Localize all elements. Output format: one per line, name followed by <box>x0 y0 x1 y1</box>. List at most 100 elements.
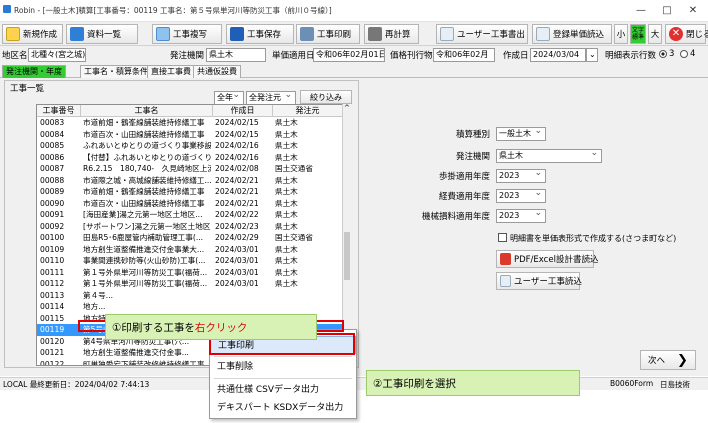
cell-org: 国土交通省 <box>275 233 313 242</box>
table-row[interactable]: 00092 [サポートワン]湯之元第一地区土地区... 2024/02/23 県土木 <box>37 221 343 233</box>
materials-button[interactable]: 資料一覧 <box>66 24 138 44</box>
cell-org: 県土木 <box>275 221 298 231</box>
table-row[interactable]: 00110 事業間連携砂防等(火山砂防)工事(... 2024/03/01 県土木 <box>37 255 343 267</box>
cell-org: 県土木 <box>275 187 298 196</box>
scroll-up-arrow[interactable]: ^ <box>344 104 350 112</box>
tab-issuer-year[interactable]: 発注機関・年度 <box>2 65 66 78</box>
cell-no: 00112 <box>40 279 65 288</box>
pdf-icon <box>500 253 511 265</box>
issuer-field[interactable]: 県土木 <box>206 48 266 62</box>
col-header-no[interactable]: 工事番号 <box>37 105 81 117</box>
cell-no: 00119 <box>40 325 65 334</box>
region-field[interactable]: 北種々(宮之城) <box>28 48 86 62</box>
table-row[interactable]: 00100 田島R5･6鹿屋管内補助管理工事(... 2024/02/29 国土交通省 <box>37 232 343 244</box>
tab-project-conditions[interactable]: 工事名・積算条件 <box>80 65 152 78</box>
unit-format-label: 明細書を単価表形式で作成する(さつま町など) <box>510 234 677 243</box>
price-pub-field[interactable]: 令和06年02月 <box>433 48 495 62</box>
narrow-button[interactable]: 絞り込み <box>300 90 352 104</box>
table-row[interactable]: 00109 地方創生道整備推進交付金事業大... 2024/03/01 県土木 <box>37 244 343 256</box>
rows-radio-4[interactable] <box>680 50 688 58</box>
font-large-button[interactable]: 大 <box>648 24 662 44</box>
cost-year-label: 経費適用年度 <box>438 192 490 202</box>
machine-year-select[interactable]: 2023 <box>496 209 546 223</box>
table-row[interactable]: 00090 市道百次・山田線舗装維持修繕工事 2024/02/21 県土木 <box>37 198 343 210</box>
created-date-field[interactable]: 2024/03/04 <box>530 48 586 62</box>
tab-direct-cost[interactable]: 直接工事費 <box>147 65 195 78</box>
year-apply-select[interactable]: 2023 <box>496 169 546 183</box>
org-filter-select[interactable]: 全発注元 <box>246 91 296 105</box>
new-button[interactable]: 新規作成 <box>2 24 63 44</box>
cost-year-select[interactable]: 2023 <box>496 189 546 203</box>
table-row[interactable]: 00114 地方... <box>37 301 343 313</box>
save-icon <box>230 27 244 41</box>
import-icon <box>536 27 550 41</box>
table-row[interactable]: 00113 第４号... <box>37 290 343 302</box>
cell-no: 00083 <box>40 118 65 127</box>
table-row[interactable]: 00112 第１号外県単河川等防災工事(福荷... 2024/03/01 県土木 <box>37 278 343 290</box>
menu-item-csv-export[interactable]: 共通仕様 CSVデータ出力 <box>210 381 356 399</box>
cell-no: 00091 <box>40 210 65 219</box>
printer-icon <box>300 27 314 41</box>
table-row[interactable]: 00088 市道際之城・高城線舗装維持修繕工... 2024/02/21 県土木 <box>37 175 343 187</box>
cell-no: 00087 <box>40 164 65 173</box>
cell-no: 00084 <box>40 129 65 139</box>
close-app-button[interactable]: ✕ 閉じる <box>665 24 708 44</box>
year-filter-select[interactable]: 全年 <box>214 91 244 105</box>
table-row[interactable]: 00091 [海田産業]湯之元第一地区土地区... 2024/02/22 県土木 <box>37 209 343 221</box>
table-row[interactable]: 00089 市道前畑・鶴峯線舗装維持修繕工事 2024/02/21 県土木 <box>37 186 343 198</box>
cell-name: [サポートワン]湯之元第一地区土地区... <box>83 221 211 231</box>
table-row[interactable]: 00111 第１号外県単河川等防災工事(福荷... 2024/03/01 県土木 <box>37 267 343 279</box>
col-header-org[interactable]: 発注元 <box>273 105 343 117</box>
cell-org: 県土木 <box>275 118 298 127</box>
machine-year-label: 機械損料適用年度 <box>421 212 490 222</box>
title-bar: Robin - [一般土木]積算[工事番号：00119 工事名：第５号県単河川等… <box>0 0 708 22</box>
print-button[interactable]: 工事印刷 <box>296 24 360 44</box>
table-row[interactable]: 00085 ふれあいとゆとりの道づくり事業移設(0県... 2024/02/16 県土… <box>37 140 343 152</box>
save-button[interactable]: 工事保存 <box>226 24 294 44</box>
unit-format-checkbox[interactable] <box>498 233 507 242</box>
form-issuer-select[interactable]: 県土木 <box>496 149 602 163</box>
minimize-button[interactable]: — <box>630 3 652 19</box>
col-header-date[interactable]: 作成日 <box>213 105 273 117</box>
unit-price-read-button[interactable]: 登録単価読込 <box>532 24 612 44</box>
user-import-button[interactable]: ユーザー工事読込 <box>496 272 582 290</box>
cell-date: 2024/02/16 <box>215 152 259 162</box>
rows-radio-3[interactable] <box>659 50 667 58</box>
cell-date: 2024/02/15 <box>215 129 259 139</box>
cell-name: R6.2.15 180,740- 久見崎地区上流... <box>83 164 211 173</box>
table-row[interactable]: 00083 市道前畑・鶴峯線舗装維持修繕工事 2024/02/15 県土木 <box>37 117 343 129</box>
unit-date-label: 単価適用日 <box>272 51 315 61</box>
kind-select[interactable]: 一般土木 <box>496 127 546 141</box>
cell-name: 田島R5･6鹿屋管内補助管理工事(... <box>83 233 204 242</box>
menu-separator <box>214 378 352 379</box>
unit-date-field[interactable]: 令和06年02月01日 <box>313 48 385 62</box>
close-window-button[interactable]: ✕ <box>682 3 704 19</box>
font-small-button[interactable]: 小 <box>614 24 628 44</box>
col-header-name[interactable]: 工事名 <box>81 105 213 117</box>
table-row[interactable]: 00087 R6.2.15 180,740- 久見崎地区上流... 2024/02/… <box>37 163 343 175</box>
menu-separator <box>214 356 352 357</box>
scrollbar-thumb[interactable] <box>344 232 350 280</box>
calendar-dropdown[interactable]: ⌄ <box>586 48 598 62</box>
cell-no: 00092 <box>40 221 65 231</box>
recalc-button[interactable]: 再計算 <box>364 24 419 44</box>
menu-item-delete-project[interactable]: 工事削除 <box>210 358 356 376</box>
user-export-button[interactable]: ユーザー工事書出 <box>436 24 528 44</box>
cell-name: 市道前畑・鶴峯線舗装維持修繕工事 <box>83 187 205 196</box>
copy-icon <box>156 27 170 41</box>
maximize-button[interactable]: □ <box>656 3 678 19</box>
cell-no: 00088 <box>40 175 65 185</box>
new-doc-icon <box>6 27 20 41</box>
rows-option-4-label: 4 <box>690 49 696 59</box>
next-button[interactable]: 次へ ❯ <box>640 350 696 370</box>
cell-no: 00121 <box>40 348 65 357</box>
table-row[interactable]: 00084 市道百次・山田線舗装維持修繕工事 2024/02/15 県土木 <box>37 129 343 141</box>
menu-item-ksdx-export[interactable]: デキスパート KSDXデータ出力 <box>210 399 356 417</box>
table-row[interactable]: 00086 【付替】ふれあいとゆとりの道づくり事業... 2024/02/16 県土木 <box>37 152 343 164</box>
tab-common-temp-cost[interactable]: 共通仮設費 <box>193 65 241 78</box>
copy-button[interactable]: 工事複写 <box>152 24 222 44</box>
font-standard-button[interactable]: 文字 標準 <box>630 24 646 44</box>
window-title: Robin - [一般土木]積算[工事番号：00119 工事名：第５号県単河川等… <box>14 6 332 15</box>
cell-no: 00110 <box>40 256 65 265</box>
pdf-import-button[interactable]: PDF/Excel設計書読込 <box>496 250 598 268</box>
